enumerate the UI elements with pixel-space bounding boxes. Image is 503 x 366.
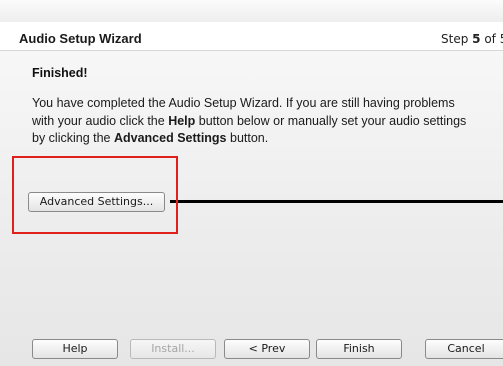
- message-line-1: You have completed the Audio Setup Wizar…: [32, 96, 455, 110]
- step-current: 5: [472, 32, 481, 46]
- step-suffix: of 5: [484, 32, 503, 46]
- finish-button[interactable]: Finish: [316, 339, 402, 359]
- finished-heading: Finished!: [32, 66, 88, 80]
- highlight-annotation-box: [12, 156, 178, 234]
- help-button[interactable]: Help: [32, 339, 118, 359]
- audio-setup-wizard-window: Audio Setup Wizard Step 5 of 5 Finished!…: [0, 0, 503, 366]
- prev-button[interactable]: < Prev: [224, 339, 310, 359]
- window-top-bar: [0, 0, 503, 23]
- wizard-title: Audio Setup Wizard: [19, 31, 142, 46]
- wizard-header: Audio Setup Wizard Step 5 of 5: [0, 22, 503, 51]
- completion-message: You have completed the Audio Setup Wizar…: [32, 95, 502, 148]
- message-line-2: with your audio click the Help button be…: [32, 113, 502, 131]
- step-indicator: Step 5 of 5: [441, 32, 503, 46]
- message-line-3: by clicking the Advanced Settings button…: [32, 130, 502, 148]
- message-line-3-end: button.: [226, 131, 269, 145]
- annotation-arrow-line: [170, 200, 503, 203]
- message-line-2-start: with your audio click the: [32, 113, 169, 128]
- help-keyword: Help: [168, 113, 196, 128]
- message-line-3-start: by clicking the: [32, 131, 114, 145]
- install-button[interactable]: Install...: [130, 339, 216, 359]
- cancel-button[interactable]: Cancel: [425, 339, 503, 359]
- message-line-2-end: button below or manually set your audio …: [195, 113, 467, 128]
- advanced-settings-keyword: Advanced Settings: [113, 131, 227, 145]
- step-prefix: Step: [441, 32, 473, 46]
